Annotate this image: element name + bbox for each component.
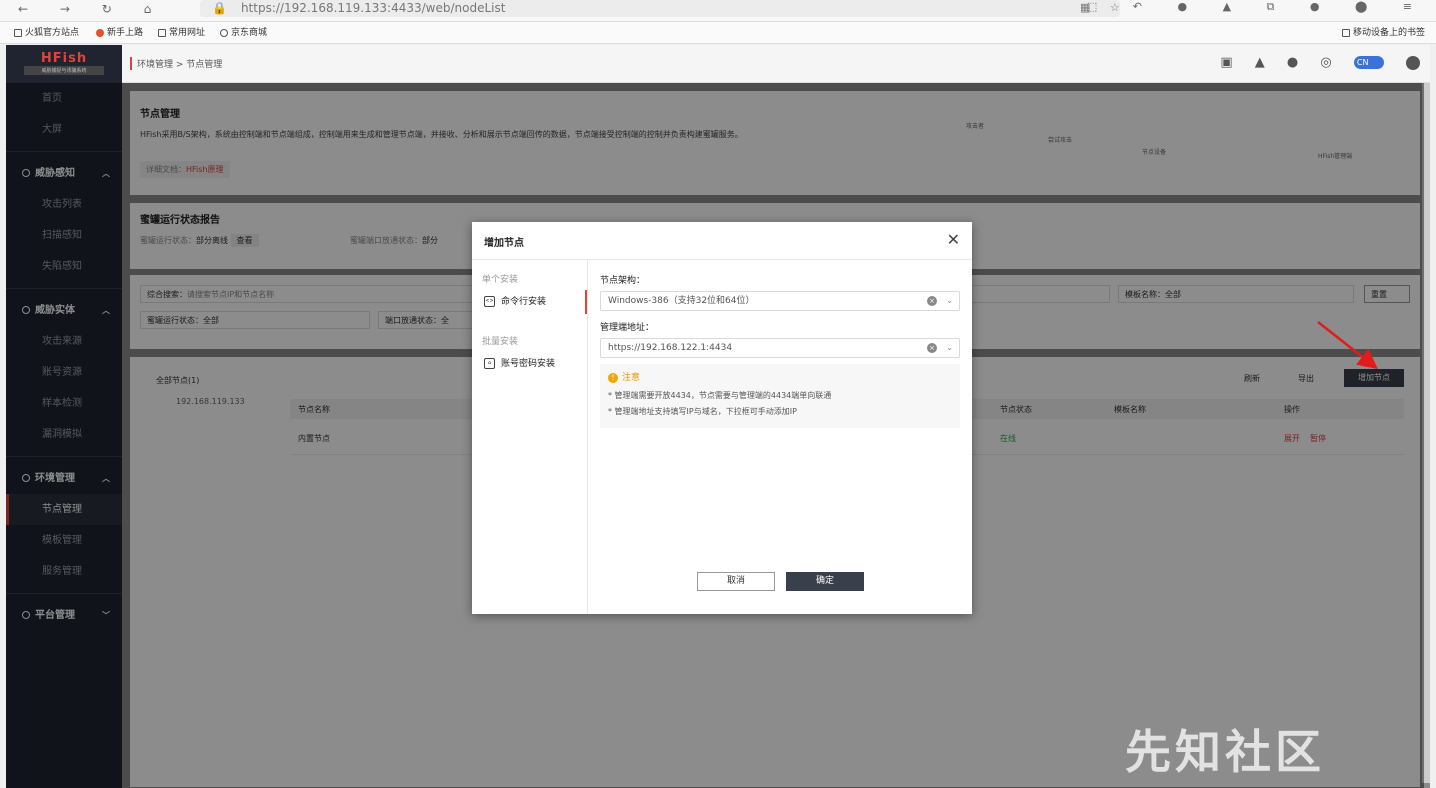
chevron-down-icon: ⌄ [946, 296, 953, 305]
arch-label: 节点架构： [600, 276, 646, 286]
lock-icon: ⌂ [484, 358, 495, 369]
note-line: * 管理端需要开放4434，节点需要与管理端的4434端单向联通 [608, 391, 832, 400]
tab-password-install[interactable]: ⌂ 账号密码安装 [472, 352, 587, 376]
modal-title: 增加节点 [484, 238, 524, 249]
tab-cli-install[interactable]: <> 命令行安装 [472, 290, 587, 314]
modal-form: 节点架构： Windows-386（支持32位和64位） × ⌄ 管理端地址： ht… [600, 260, 960, 614]
warning-icon: ! [608, 373, 618, 383]
confirm-button[interactable]: 确定 [786, 572, 864, 591]
group-batch: 批量安装 [482, 337, 519, 347]
note-line: * 管理端地址支持填写IP与域名，下拉框可手动添加IP [608, 407, 797, 416]
addr-select[interactable]: https://192.168.122.1:4434 × ⌄ [600, 338, 960, 358]
group-single: 单个安装 [482, 275, 519, 285]
close-icon[interactable]: ✕ [947, 230, 960, 249]
arch-select[interactable]: Windows-386（支持32位和64位） × ⌄ [600, 291, 960, 311]
clear-icon[interactable]: × [927, 296, 937, 306]
note-box: ! 注意 * 管理端需要开放4434，节点需要与管理端的4434端单向联通 * 管… [600, 364, 960, 428]
add-node-modal: 增加节点 ✕ 单个安装 <> 命令行安装 批量安装 ⌂ 账号密码安装 节点架构： W… [472, 222, 972, 614]
cancel-button[interactable]: 取消 [697, 572, 775, 591]
install-method-list: 单个安装 <> 命令行安装 批量安装 ⌂ 账号密码安装 [472, 260, 588, 614]
clear-icon[interactable]: × [927, 343, 937, 353]
arrow-to-add-node [1317, 321, 1378, 370]
terminal-icon: <> [484, 296, 495, 307]
chevron-down-icon: ⌄ [946, 343, 953, 352]
addr-label: 管理端地址： [600, 323, 655, 333]
watermark: 先知社区 [1125, 725, 1325, 779]
modal-header: 增加节点 ✕ [472, 222, 972, 260]
